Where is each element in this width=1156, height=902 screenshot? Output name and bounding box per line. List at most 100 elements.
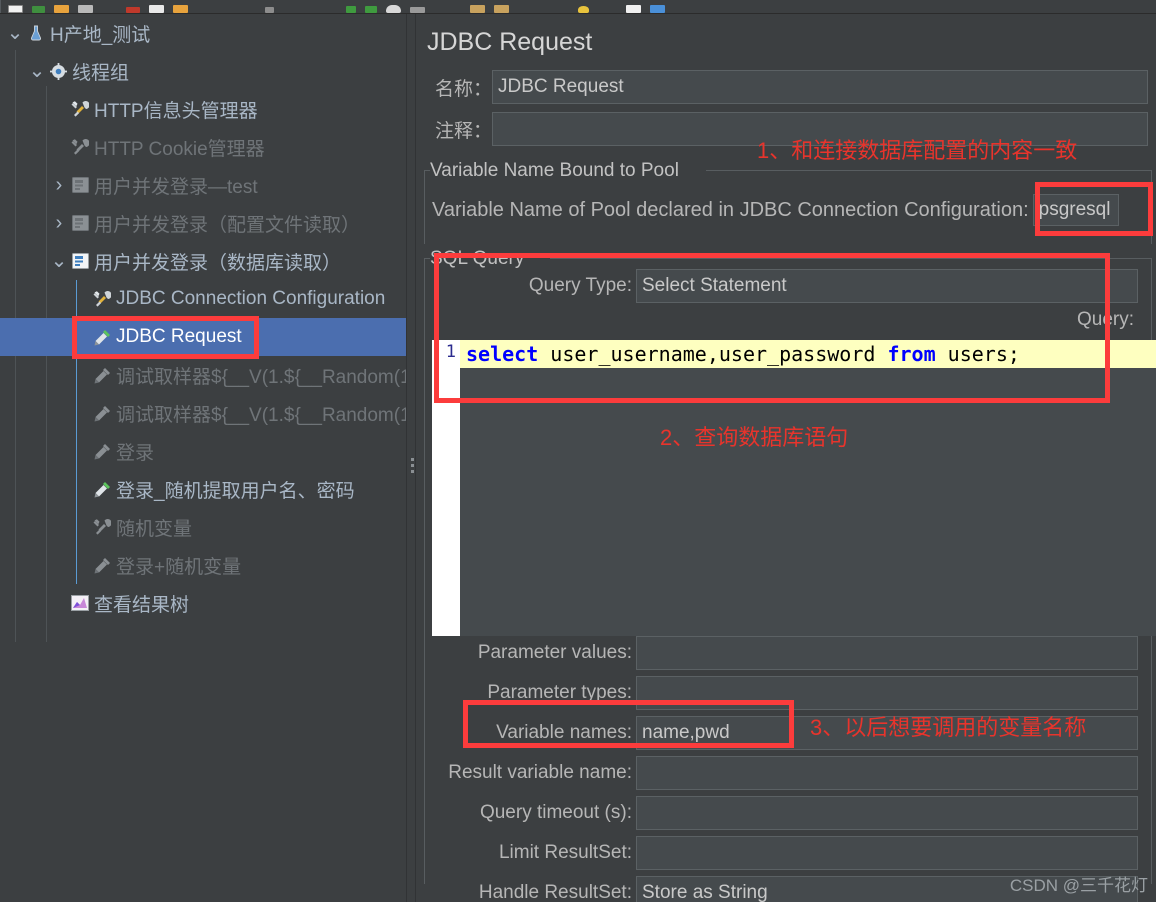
cut-icon[interactable] xyxy=(126,7,140,13)
sql-gutter: 1 xyxy=(432,340,460,636)
test-plan-tree[interactable]: ⌄ H产地_测试 ⌄ 线程组 HTTP信息头管理器 HTTP Cookie管理器 › 用户… xyxy=(0,14,408,902)
pool-name-input[interactable]: psgresql xyxy=(1032,194,1119,226)
new-icon[interactable] xyxy=(8,5,23,13)
field-input-1[interactable] xyxy=(636,676,1138,710)
tree-item-13[interactable]: 随机变量 xyxy=(0,508,408,546)
tree-item-2[interactable]: HTTP信息头管理器 xyxy=(0,90,408,128)
tree-item-label: 线程组 xyxy=(72,62,130,84)
query-label-row: Query: xyxy=(432,309,1134,331)
tree-item-12[interactable]: 登录_随机提取用户名、密码 xyxy=(0,470,408,508)
shutdown-icon[interactable] xyxy=(410,7,425,13)
start-no-pause-icon[interactable] xyxy=(365,6,377,13)
stop-icon[interactable] xyxy=(386,5,401,13)
tree-item-label: HTTP Cookie管理器 xyxy=(94,138,265,160)
field-row-3: Result variable name: xyxy=(432,756,1150,790)
tree-item-10[interactable]: 调试取样器${__V(1.${__Random(1 xyxy=(0,394,408,432)
start-icon[interactable] xyxy=(346,6,356,13)
config-icon xyxy=(68,138,92,156)
search-icon[interactable] xyxy=(578,6,589,13)
query-type-label: Query Type: xyxy=(528,275,632,296)
tree-item-11[interactable]: 登录 xyxy=(0,432,408,470)
page-title: JDBC Request xyxy=(427,28,593,56)
field-label-3: Result variable name: xyxy=(448,762,632,783)
controller-icon xyxy=(68,215,92,231)
save-as-icon[interactable] xyxy=(78,5,93,13)
tree-item-8[interactable]: JDBC Request xyxy=(0,318,408,356)
tree-item-1[interactable]: ⌄ 线程组 xyxy=(0,52,408,90)
field-input-5[interactable] xyxy=(636,836,1138,870)
query-type-select[interactable]: Select Statement xyxy=(636,269,1138,303)
sql-query-line[interactable]: select user_username,user_password from … xyxy=(460,340,1156,368)
field-row-0: Parameter values: xyxy=(432,636,1150,670)
chevron-right-icon[interactable]: › xyxy=(50,175,68,195)
save-icon[interactable] xyxy=(54,5,69,13)
field-label-5: Limit ResultSet: xyxy=(498,842,632,863)
tree-item-5[interactable]: › 用户并发登录（配置文件读取） xyxy=(0,204,408,242)
name-label: 名称： xyxy=(434,78,492,100)
tree-item-9[interactable]: 调试取样器${__V(1.${__Random(1 xyxy=(0,356,408,394)
paste-icon[interactable] xyxy=(173,5,188,13)
chevron-down-icon[interactable]: ⌄ xyxy=(6,23,24,43)
name-input[interactable]: JDBC Request xyxy=(492,70,1148,104)
panel-splitter[interactable] xyxy=(406,14,416,902)
tree-item-7[interactable]: JDBC Connection Configuration xyxy=(0,280,408,318)
sql-keyword-from: from xyxy=(887,342,936,366)
function-helper-icon[interactable] xyxy=(626,5,641,13)
tree-item-4[interactable]: › 用户并发登录—test xyxy=(0,166,408,204)
tree-item-label: 随机变量 xyxy=(116,518,193,540)
query-label: Query: xyxy=(1076,309,1134,330)
tree-item-label: 登录_随机提取用户名、密码 xyxy=(116,480,355,502)
field-label-1: Parameter types: xyxy=(487,682,632,703)
tree-item-15[interactable]: 查看结果树 xyxy=(0,584,408,622)
open-icon[interactable] xyxy=(32,6,45,13)
clear-icon[interactable] xyxy=(470,5,485,13)
csdn-watermark: CSDN @三千花灯 xyxy=(1009,876,1148,895)
tree-item-label: 用户并发登录（数据库读取） xyxy=(94,252,342,274)
comment-label: 注释： xyxy=(434,120,492,142)
tree-item-6[interactable]: ⌄ 用户并发登录（数据库读取） xyxy=(0,242,408,280)
pool-row: Variable Name of Pool declared in JDBC C… xyxy=(432,194,1119,226)
sql-query-editor[interactable]: 1 select user_username,user_password fro… xyxy=(432,340,1156,636)
field-input-0[interactable] xyxy=(636,636,1138,670)
tree-item-0[interactable]: ⌄ H产地_测试 xyxy=(0,14,408,52)
test-plan-icon xyxy=(24,24,48,42)
tree-item-label: HTTP信息头管理器 xyxy=(94,100,258,122)
tree-item-label: JDBC Connection Configuration xyxy=(116,288,386,309)
copy-icon[interactable] xyxy=(149,5,164,13)
sampler-icon xyxy=(90,328,114,347)
tree-item-3[interactable]: HTTP Cookie管理器 xyxy=(0,128,408,166)
sampler-icon xyxy=(90,366,114,385)
tree-item-label: 查看结果树 xyxy=(94,594,190,616)
expand-icon[interactable] xyxy=(265,7,274,13)
main-toolbar[interactable] xyxy=(0,0,1156,14)
sql-columns: user_username,user_password xyxy=(538,342,888,366)
tree-item-label: 登录+随机变量 xyxy=(116,556,242,578)
pool-group-title: Variable Name Bound to Pool xyxy=(430,160,685,182)
templates-icon[interactable] xyxy=(650,5,665,13)
chevron-down-icon[interactable]: ⌄ xyxy=(50,251,68,271)
clear-all-icon[interactable] xyxy=(494,5,509,13)
sampler-icon xyxy=(90,404,114,423)
sql-group-title: SQL Query xyxy=(430,248,531,270)
controller-icon xyxy=(68,177,92,193)
tree-item-label: 登录 xyxy=(116,442,155,464)
config-icon xyxy=(90,290,114,308)
field-input-4[interactable] xyxy=(636,796,1138,830)
tree-item-label: H产地_测试 xyxy=(50,24,151,46)
field-row-1: Parameter types: xyxy=(432,676,1150,710)
chevron-down-icon[interactable]: ⌄ xyxy=(28,61,46,81)
name-row: 名称： JDBC Request xyxy=(416,70,1156,104)
chevron-right-icon[interactable]: › xyxy=(50,213,68,233)
sql-table: users; xyxy=(935,342,1020,366)
sampler-icon xyxy=(90,480,114,499)
tree-item-14[interactable]: 登录+随机变量 xyxy=(0,546,408,584)
field-input-3[interactable] xyxy=(636,756,1138,790)
field-row-4: Query timeout (s): xyxy=(432,796,1150,830)
